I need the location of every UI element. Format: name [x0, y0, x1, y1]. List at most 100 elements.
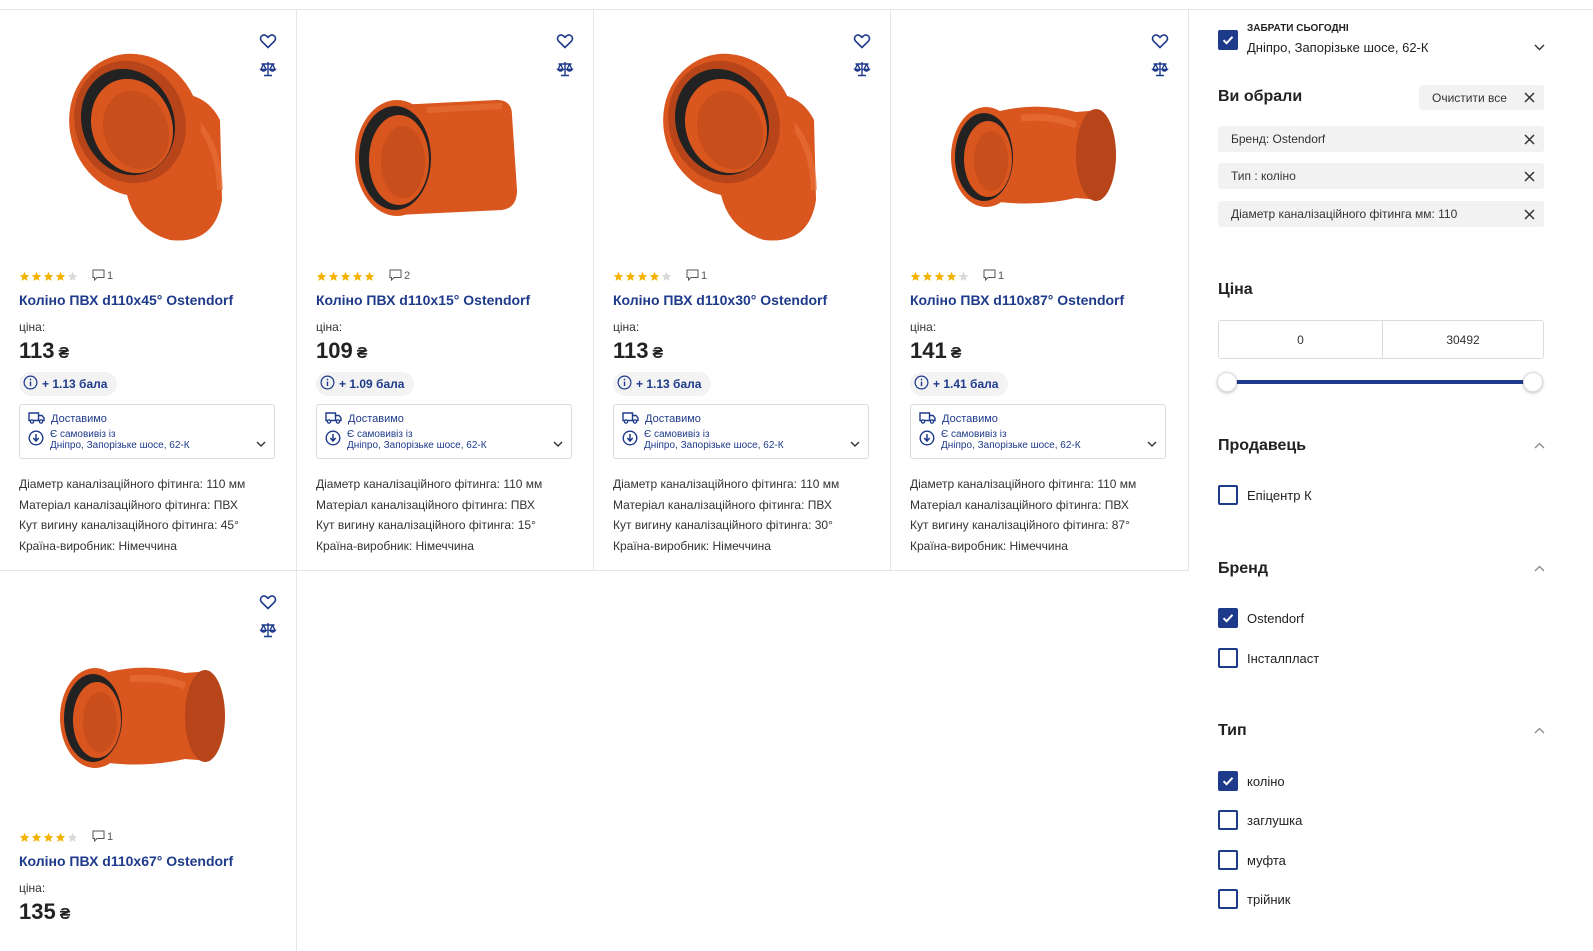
- delivery-options[interactable]: Доставимо Є самовивіз із Дніпро, Запорізьк…: [19, 404, 275, 459]
- spec-line: Діаметр каналізаційного фітинга: 110 мм: [19, 477, 246, 491]
- product-image[interactable]: [40, 601, 240, 811]
- price-value: 141: [910, 338, 947, 363]
- pickup-pin-icon: [28, 429, 50, 451]
- seller-checkbox[interactable]: [1218, 485, 1238, 505]
- pickup-address: Дніпро, Запорізьке шосе, 62-К: [347, 440, 487, 451]
- product-name-link[interactable]: Коліно ПВХ d110x30° Ostendorf: [613, 292, 827, 308]
- star-icon: [19, 832, 30, 842]
- bonus-badge[interactable]: + 1.41 бала: [910, 372, 1009, 396]
- spec-line: Країна-виробник: Німеччина: [910, 538, 1068, 553]
- favorite-heart-icon[interactable]: [259, 593, 277, 611]
- reviews-count[interactable]: 1: [983, 269, 1004, 284]
- pickup-today-title: ЗАБРАТИ СЬОГОДНІ: [1247, 23, 1349, 34]
- chevron-up-icon[interactable]: [1534, 565, 1545, 572]
- compare-scales-icon[interactable]: [1151, 60, 1169, 78]
- star-icon: [67, 271, 78, 281]
- product-specs: Діаметр каналізаційного фітинга: 110 мм М…: [19, 474, 245, 556]
- price-range-track[interactable]: [1227, 380, 1535, 384]
- bonus-badge[interactable]: + 1.09 бала: [316, 372, 415, 396]
- filter-chip-diameter: Діаметр каналізаційного фітинга мм: 110: [1218, 201, 1544, 227]
- delivery-options[interactable]: Доставимо Є самовивіз із Дніпро, Запорізьк…: [613, 404, 869, 459]
- check-icon: [1222, 36, 1234, 45]
- spec-line: Кут вигину каналізаційного фітинга: 87°: [910, 518, 1130, 532]
- close-icon[interactable]: [1524, 134, 1535, 145]
- type-checkbox-elbow[interactable]: [1218, 771, 1238, 791]
- brand-checkbox-instalplast[interactable]: [1218, 648, 1238, 668]
- delivery-options[interactable]: Доставимо Є самовивіз із Дніпро, Запорізьк…: [316, 404, 572, 459]
- delivery-text: Доставимо: [942, 413, 998, 425]
- brand-checkbox-ostendorf[interactable]: [1218, 608, 1238, 628]
- product-grid: 1 Коліно ПВХ d110x45° Ostendorf ціна: 113 ₴ +…: [0, 10, 1200, 951]
- rating-stars: [19, 271, 78, 282]
- bonus-badge[interactable]: + 1.13 бала: [613, 372, 712, 396]
- compare-scales-icon[interactable]: [556, 60, 574, 78]
- brand-filter-title[interactable]: Бренд: [1218, 560, 1268, 578]
- price-value: 113: [613, 338, 649, 363]
- price-min-input[interactable]: [1218, 320, 1383, 359]
- rating-stars: [910, 271, 969, 282]
- type-label[interactable]: трійник: [1247, 892, 1290, 907]
- star-icon: [67, 832, 78, 842]
- product-name-link[interactable]: Коліно ПВХ d110x45° Ostendorf: [19, 292, 233, 308]
- delivery-options[interactable]: Доставимо Є самовивіз із Дніпро, Запорізьк…: [910, 404, 1166, 459]
- product-card: 2 Коліно ПВХ d110x15° Ostendorf ціна: 109 ₴ +…: [297, 10, 594, 571]
- type-checkbox-coupling[interactable]: [1218, 850, 1238, 870]
- close-icon[interactable]: [1524, 209, 1535, 220]
- product-name-link[interactable]: Коліно ПВХ d110x15° Ostendorf: [316, 292, 530, 308]
- truck-icon: [28, 411, 51, 427]
- reviews-count[interactable]: 2: [389, 269, 410, 284]
- favorite-heart-icon[interactable]: [556, 32, 574, 50]
- brand-label[interactable]: Інсталпласт: [1247, 651, 1319, 666]
- compare-scales-icon[interactable]: [259, 60, 277, 78]
- product-image[interactable]: [40, 40, 240, 250]
- product-image[interactable]: [931, 40, 1131, 250]
- product-image[interactable]: [337, 40, 537, 250]
- favorite-heart-icon[interactable]: [1151, 32, 1169, 50]
- product-price: 113 ₴: [613, 338, 663, 364]
- chevron-down-icon: [850, 441, 860, 447]
- price-max-handle[interactable]: [1523, 372, 1543, 392]
- chevron-down-icon[interactable]: [1534, 44, 1545, 51]
- type-checkbox-tee[interactable]: [1218, 889, 1238, 909]
- type-label[interactable]: заглушка: [1247, 813, 1302, 828]
- brand-label[interactable]: Ostendorf: [1247, 611, 1304, 626]
- spec-line: Матеріал каналізаційного фітинга: ПВХ: [910, 497, 1129, 512]
- star-icon: [649, 271, 660, 281]
- bonus-badge[interactable]: + 1.13 бала: [19, 372, 118, 396]
- pickup-today-checkbox[interactable]: [1218, 30, 1238, 50]
- pickup-text: Є самовивіз із: [347, 429, 413, 440]
- favorite-heart-icon[interactable]: [259, 32, 277, 50]
- price-max-input[interactable]: [1382, 320, 1544, 359]
- spec-line: Країна-виробник: Німеччина: [613, 538, 771, 553]
- product-card: 1 Коліно ПВХ d110x87° Ostendorf ціна: 141 ₴ +…: [891, 10, 1189, 571]
- type-filter-title[interactable]: Тип: [1218, 722, 1247, 740]
- clear-all-button[interactable]: Очистити все: [1419, 85, 1544, 110]
- delivery-text: Доставимо: [348, 413, 404, 425]
- favorite-heart-icon[interactable]: [853, 32, 871, 50]
- type-checkbox-cap[interactable]: [1218, 810, 1238, 830]
- seller-filter-title[interactable]: Продавець: [1218, 437, 1306, 455]
- star-icon: [43, 271, 54, 281]
- chevron-up-icon[interactable]: [1534, 442, 1545, 449]
- reviews-count[interactable]: 1: [92, 269, 113, 284]
- star-icon: [946, 271, 957, 281]
- product-name-link[interactable]: Коліно ПВХ d110x87° Ostendorf: [910, 292, 1124, 308]
- star-icon: [19, 271, 30, 281]
- reviews-count[interactable]: 1: [686, 269, 707, 284]
- reviews-count[interactable]: 1: [92, 830, 113, 845]
- seller-label[interactable]: Епіцентр К: [1247, 488, 1312, 503]
- compare-scales-icon[interactable]: [853, 60, 871, 78]
- price-min-handle[interactable]: [1217, 372, 1237, 392]
- product-image[interactable]: [634, 40, 834, 250]
- compare-scales-icon[interactable]: [259, 621, 277, 639]
- product-specs: Діаметр каналізаційного фітинга: 110 мм М…: [316, 474, 542, 556]
- type-label[interactable]: коліно: [1247, 774, 1285, 789]
- clear-all-label: Очистити все: [1432, 90, 1507, 105]
- price-filter-title: Ціна: [1218, 281, 1253, 298]
- close-icon[interactable]: [1524, 171, 1535, 182]
- product-price: 135 ₴: [19, 899, 70, 925]
- product-name-link[interactable]: Коліно ПВХ d110x67° Ostendorf: [19, 853, 233, 869]
- chevron-up-icon[interactable]: [1534, 727, 1545, 734]
- star-icon: [352, 271, 363, 281]
- type-label[interactable]: муфта: [1247, 853, 1286, 868]
